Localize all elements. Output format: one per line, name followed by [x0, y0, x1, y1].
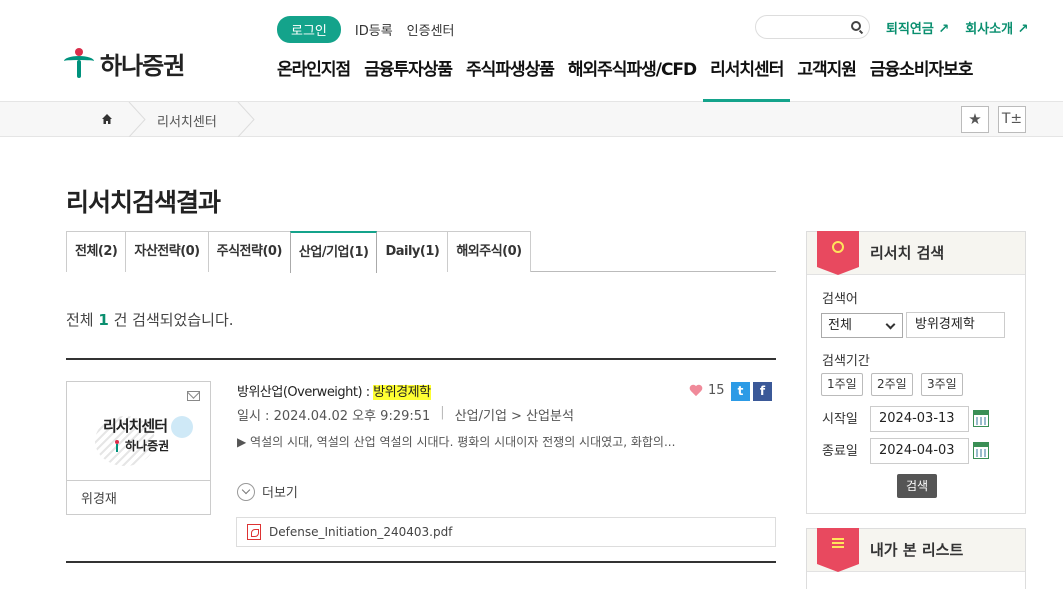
keyword-input[interactable]: 방위경제학: [906, 312, 1005, 338]
tab-daily[interactable]: Daily(1): [376, 231, 449, 272]
panel-header: 내가 본 리스트: [807, 528, 1025, 572]
like-count: 15: [708, 383, 725, 398]
tab-all[interactable]: 전체(2): [66, 231, 127, 272]
mail-icon[interactable]: [187, 391, 200, 401]
attachment-link[interactable]: Defense_Initiation_240403.pdf: [236, 517, 776, 547]
keyword-highlight: 방위경제학: [373, 385, 431, 400]
divider: [66, 358, 776, 360]
tab-overseas-stocks[interactable]: 해외주식(0): [447, 231, 531, 272]
recent-list-panel: 내가 본 리스트: [806, 528, 1026, 589]
badge: [817, 231, 859, 275]
nav-consumer-protection[interactable]: 금융소비자보호: [863, 56, 979, 102]
start-date-label: 시작일: [822, 412, 858, 427]
hana-logo-icon: [64, 47, 94, 80]
tab-stock-strategy[interactable]: 주식전략(0): [207, 231, 291, 272]
attachment-filename: Defense_Initiation_240403.pdf: [269, 525, 453, 539]
period-label: 검색기간: [822, 354, 870, 369]
pdf-icon: [247, 524, 261, 540]
report-category: 산업/기업 > 산업분석: [454, 409, 574, 424]
nav-research-center[interactable]: 리서치센터: [703, 56, 791, 102]
heart-icon: [689, 385, 703, 397]
thumbnail-image: 리서치센터 하나증권: [67, 382, 210, 481]
scope-select[interactable]: 전체: [821, 313, 903, 338]
logo-text: 하나증권: [100, 52, 185, 80]
page-title: 리서치검색결과: [66, 188, 221, 217]
breadcrumb-current[interactable]: 리서치센터: [157, 111, 217, 130]
util-links: 퇴직연금 ↗ 회사소개 ↗: [886, 18, 1029, 37]
thumbnail-title: 리서치센터: [103, 417, 168, 435]
thumbnail-logo: 하나증권: [111, 437, 169, 454]
like-button[interactable]: 15: [689, 383, 725, 398]
end-date-input[interactable]: 2024-04-03: [870, 438, 969, 464]
header: 하나증권 로그인 ID등록 인증센터 퇴직연금 ↗ 회사소개 ↗ 온라인지점 금…: [0, 0, 1063, 102]
author-name[interactable]: 위경재: [81, 488, 117, 507]
panel-header: 리서치 검색: [807, 231, 1025, 275]
nav-customer-support[interactable]: 고객지원: [790, 56, 863, 102]
nav-stock-derivatives[interactable]: 주식파생상품: [459, 56, 561, 102]
twitter-share-icon[interactable]: t: [731, 382, 750, 401]
id-register-link[interactable]: ID등록: [355, 20, 393, 39]
breadcrumb-separator-icon: [128, 102, 146, 137]
nav-online-branch[interactable]: 온라인지점: [277, 56, 357, 102]
font-size-icon[interactable]: T±: [998, 106, 1026, 133]
search-icon: [832, 241, 844, 253]
calendar-icon[interactable]: [973, 410, 989, 427]
favorite-star-icon[interactable]: ★: [961, 106, 989, 133]
panel-title: 리서치 검색: [870, 244, 945, 262]
panel-title: 내가 본 리스트: [870, 541, 964, 559]
end-date-label: 종료일: [822, 444, 858, 459]
main-nav: 온라인지점 금융투자상품 주식파생상품 해외주식파생/CFD 리서치센터 고객지…: [277, 56, 979, 102]
report-meta: 일시 : 2024.04.02 오후 9:29:51 | 산업/기업 > 산업분…: [237, 405, 574, 424]
login-button[interactable]: 로그인: [277, 16, 341, 43]
divider: [66, 561, 776, 563]
nav-investment-products[interactable]: 금융투자상품: [357, 56, 459, 102]
nav-overseas-cfd[interactable]: 해외주식파생/CFD: [561, 56, 703, 102]
logo[interactable]: 하나증권: [64, 46, 185, 81]
report-title[interactable]: 방위산업(Overweight) : 방위경제학: [237, 381, 431, 400]
company-link[interactable]: 회사소개 ↗: [965, 18, 1028, 37]
calendar-icon[interactable]: [973, 442, 989, 459]
report-thumbnail[interactable]: 리서치센터 하나증권 위경재: [66, 381, 211, 515]
category-tabs: 전체(2) 자산전략(0) 주식전략(0) 산업/기업(1) Daily(1) …: [66, 231, 776, 273]
hana-logo-icon: [111, 439, 123, 452]
result-count-number: 1: [98, 311, 109, 329]
more-button[interactable]: 더보기: [237, 482, 298, 501]
more-label: 더보기: [262, 486, 298, 501]
chevron-down-icon: [237, 482, 255, 501]
facebook-share-icon[interactable]: f: [753, 382, 772, 401]
search-button[interactable]: 검색: [897, 474, 937, 498]
cert-center-link[interactable]: 인증센터: [407, 20, 455, 39]
home-icon[interactable]: [101, 113, 113, 125]
keyword-label: 검색어: [822, 292, 858, 307]
badge: [817, 528, 859, 572]
tab-asset-strategy[interactable]: 자산전략(0): [125, 231, 209, 272]
period-2week-button[interactable]: 2주일: [871, 373, 913, 396]
pension-link[interactable]: 퇴직연금 ↗: [886, 18, 949, 37]
period-3week-button[interactable]: 3주일: [921, 373, 963, 396]
start-date-input[interactable]: 2024-03-13: [870, 406, 969, 432]
breadcrumb: 리서치센터: [0, 102, 1063, 137]
result-count: 전체 1 건 검색되었습니다.: [66, 311, 234, 329]
meta-divider: |: [440, 405, 445, 420]
report-summary[interactable]: ▶ 역설의 시대, 역설의 산업 역설의 시대다. 평화의 시대이자 전쟁의 시…: [237, 433, 747, 450]
search-icon[interactable]: [851, 21, 861, 31]
research-search-panel: 리서치 검색 검색어 전체 방위경제학 검색기간 1주일 2주일 3주일 시작일…: [806, 231, 1026, 514]
list-icon: [832, 538, 844, 548]
breadcrumb-separator-icon: [237, 102, 255, 137]
top-links: 로그인 ID등록 인증센터: [277, 16, 455, 43]
period-1week-button[interactable]: 1주일: [821, 373, 863, 396]
tab-industry-company[interactable]: 산업/기업(1): [289, 231, 378, 273]
report-date: 일시 : 2024.04.02 오후 9:29:51: [237, 409, 431, 424]
header-search-input[interactable]: [755, 15, 870, 39]
